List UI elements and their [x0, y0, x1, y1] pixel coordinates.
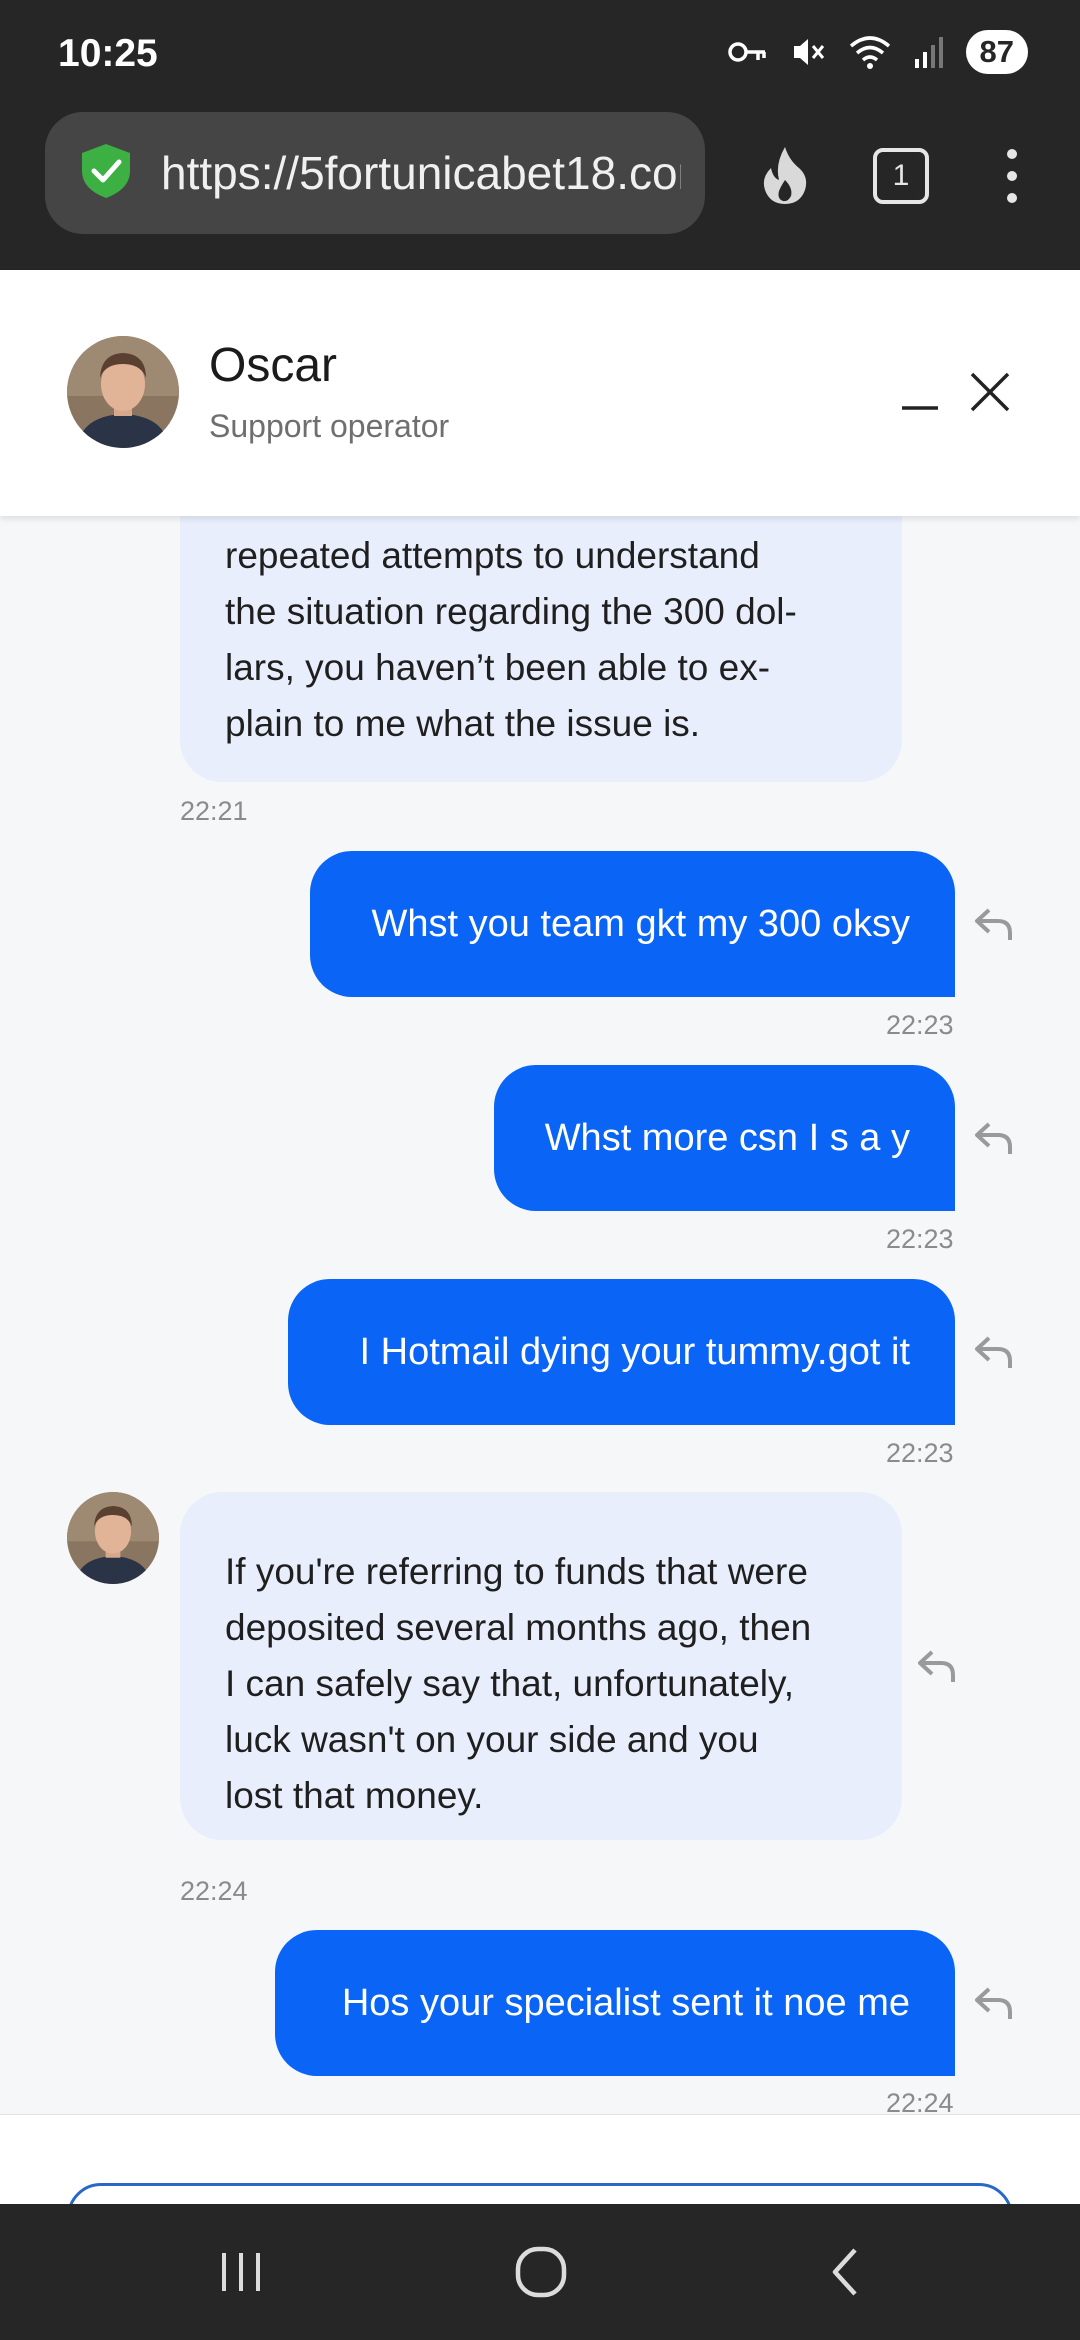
message-timestamp: 22:24 — [886, 2088, 954, 2114]
outgoing-message: Whst you team gkt my 300 oksy — [310, 851, 955, 997]
avatar — [67, 1492, 159, 1584]
incoming-message: If you're referring to funds that were d… — [180, 1492, 902, 1840]
tab-count: 1 — [892, 159, 910, 192]
message-timestamp: 22:24 — [180, 1876, 248, 1906]
system-nav-bar — [0, 2204, 1080, 2340]
outgoing-message: I Hotmail dying your tummy.got it — [288, 1279, 955, 1425]
status-bar: 10:25 87 — [0, 0, 1080, 110]
status-icons: 87 — [727, 30, 1028, 74]
message-line: I can safely say that, unfortunately, — [225, 1663, 795, 1704]
message-line: If you're referring to funds that were — [225, 1551, 808, 1592]
signal-icon — [914, 35, 944, 69]
reply-icon[interactable] — [972, 1118, 1016, 1158]
message-timestamp: 22:23 — [886, 1438, 954, 1468]
tabs-button[interactable]: 1 — [873, 148, 929, 204]
wifi-icon — [848, 34, 892, 70]
message-line: the situation regarding the 300 dol- — [225, 591, 797, 632]
chat-header: Oscar Support operator — [0, 270, 1080, 516]
key-icon — [727, 39, 768, 65]
message-timestamp: 22:21 — [180, 796, 248, 826]
kebab-menu-icon[interactable] — [1002, 146, 1022, 211]
message-line: deposited several months ago, then — [225, 1607, 812, 1648]
reply-icon[interactable] — [972, 1983, 1016, 2023]
reply-icon[interactable] — [972, 1332, 1016, 1372]
outgoing-message: Whst more csn I s a y — [494, 1065, 955, 1211]
message-line: lost that money. — [225, 1775, 484, 1816]
battery-indicator: 87 — [965, 30, 1028, 74]
address-bar[interactable]: https://5fortunicabet18.com — [45, 112, 705, 234]
close-icon[interactable] — [968, 370, 1012, 414]
agent-name: Oscar — [209, 339, 338, 392]
message-text: I Hotmail dying your tummy.got it — [359, 1331, 910, 1373]
agent-role: Support operator — [209, 408, 450, 444]
reply-icon[interactable] — [915, 1646, 959, 1686]
message-line: repeated attempts to understand — [225, 535, 760, 576]
home-icon[interactable] — [506, 2240, 576, 2304]
incoming-message: repeated attempts to understand the situ… — [180, 516, 902, 782]
message-line: plain to me what the issue is. — [225, 703, 701, 744]
message-input[interactable] — [67, 2183, 1013, 2205]
message-text: Hos your specialist sent it noe me — [341, 1982, 910, 2024]
recent-apps-icon[interactable] — [206, 2240, 276, 2304]
message-list[interactable]: repeated attempts to understand the situ… — [0, 516, 1080, 2114]
composer-area — [0, 2114, 1080, 2205]
avatar — [67, 336, 179, 448]
message-timestamp: 22:23 — [886, 1224, 954, 1254]
flame-icon[interactable] — [755, 144, 815, 211]
browser-toolbar: https://5fortunicabet18.com 1 — [0, 110, 1080, 270]
url-text[interactable]: https://5fortunicabet18.com — [161, 146, 681, 200]
minimize-icon[interactable] — [900, 388, 940, 428]
shield-check-icon[interactable] — [77, 141, 135, 206]
status-time: 10:25 — [58, 32, 158, 75]
message-text: Whst you team gkt my 300 oksy — [371, 903, 910, 945]
mute-icon — [790, 34, 826, 70]
message-timestamp: 22:23 — [886, 1010, 954, 1040]
reply-icon[interactable] — [972, 904, 1016, 944]
message-text: Whst more csn I s a y — [544, 1117, 910, 1159]
back-icon[interactable] — [810, 2240, 880, 2304]
message-line: lars, you haven’t been able to ex- — [225, 647, 771, 688]
outgoing-message: Hos your specialist sent it noe me — [275, 1930, 955, 2076]
message-line: luck wasn't on your side and you — [225, 1719, 759, 1760]
